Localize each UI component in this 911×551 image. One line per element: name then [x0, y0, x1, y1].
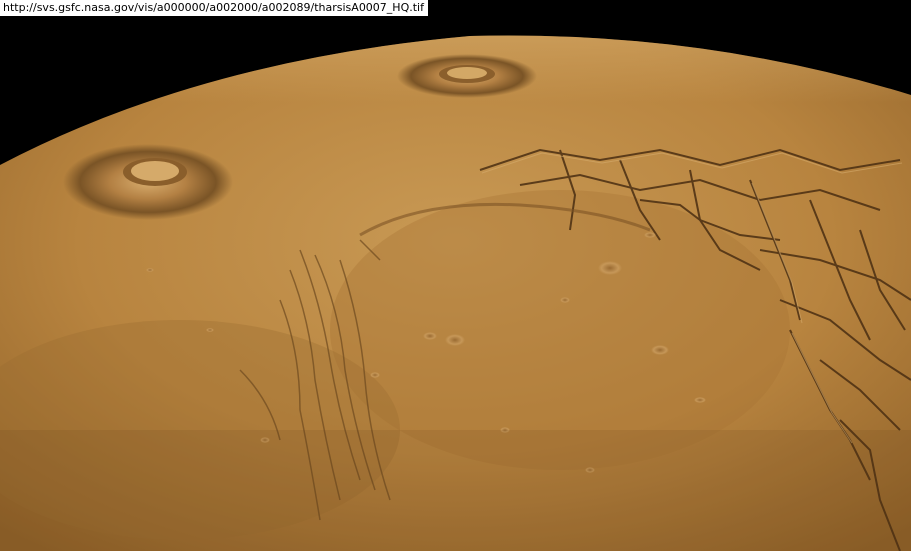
mars-tharsis-render	[0, 0, 911, 551]
bottom-shade	[0, 430, 911, 551]
volcano-top	[397, 54, 537, 98]
volcano-left	[63, 144, 233, 220]
image-url-label: http://svs.gsfc.nasa.gov/vis/a000000/a00…	[0, 0, 428, 16]
